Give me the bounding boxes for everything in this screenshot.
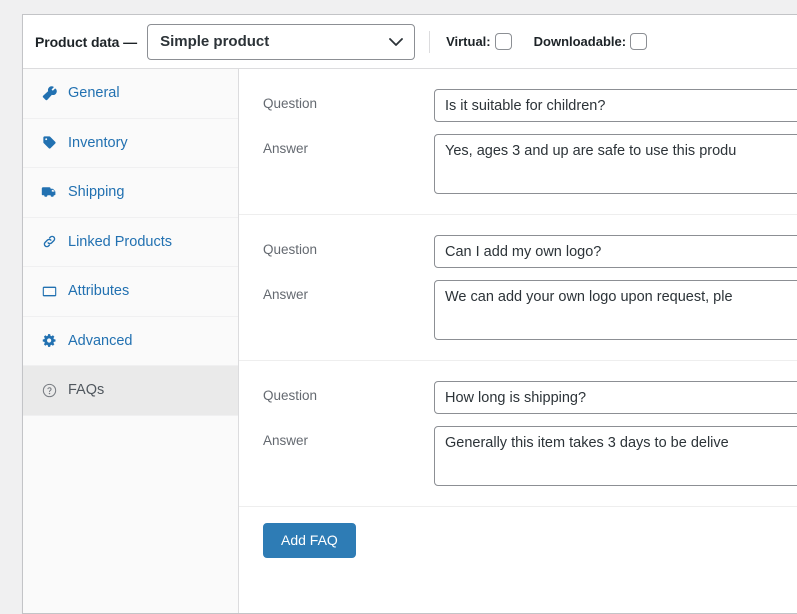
- downloadable-checkbox-field[interactable]: Downloadable:: [533, 33, 648, 50]
- faqs-panel: Question Answer Yes, ages 3 and up are s…: [239, 69, 797, 613]
- page-title: Product data —: [35, 33, 138, 50]
- id-card-icon: [39, 284, 59, 299]
- faq-answer-textarea[interactable]: Yes, ages 3 and up are safe to use this …: [434, 134, 797, 194]
- sidebar-item-label: FAQs: [68, 382, 105, 399]
- answer-label: Answer: [263, 433, 309, 448]
- virtual-checkbox-label: Virtual:: [446, 34, 491, 49]
- panel-header: Product data — Simple product Virtual: D…: [23, 15, 797, 69]
- faq-answer-row: Answer Yes, ages 3 and up are safe to us…: [251, 128, 797, 200]
- add-faq-button[interactable]: Add FAQ: [263, 523, 356, 559]
- faq-question-row: Question: [251, 83, 797, 128]
- link-icon: [39, 234, 59, 249]
- downloadable-checkbox-label: Downloadable:: [533, 34, 627, 49]
- sidebar-item-attributes[interactable]: Attributes: [23, 267, 238, 317]
- question-label: Question: [263, 96, 318, 111]
- faq-question-input[interactable]: [434, 381, 797, 414]
- virtual-checkbox-field[interactable]: Virtual:: [446, 33, 512, 50]
- answer-label: Answer: [263, 141, 309, 156]
- sidebar-item-inventory[interactable]: Inventory: [23, 119, 238, 168]
- sidebar-item-label: Attributes: [68, 283, 130, 300]
- faq-question-input[interactable]: [434, 235, 797, 268]
- panel-body: General Inventory Shipping Linked Produc…: [23, 69, 797, 613]
- gear-icon: [39, 333, 59, 348]
- virtual-checkbox[interactable]: [494, 33, 512, 50]
- question-circle-icon: [39, 383, 59, 398]
- sidebar-item-label: General: [68, 85, 120, 102]
- truck-icon: [39, 184, 59, 200]
- wrench-icon: [39, 85, 59, 101]
- tag-icon: [39, 135, 59, 150]
- product-type-select[interactable]: Simple product: [147, 23, 416, 60]
- question-label: Question: [263, 388, 318, 403]
- faq-actions: Add FAQ: [239, 507, 797, 574]
- faq-answer-row: Answer We can add your own logo upon req…: [251, 274, 797, 346]
- sidebar-item-label: Inventory: [68, 134, 128, 151]
- sidebar-item-faqs[interactable]: FAQs: [23, 366, 238, 416]
- product-data-panel: Product data — Simple product Virtual: D…: [22, 14, 797, 614]
- faq-answer-textarea[interactable]: We can add your own logo upon request, p…: [434, 280, 797, 340]
- sidebar-item-general[interactable]: General: [23, 69, 238, 119]
- faq-group: Question Answer We can add your own logo…: [239, 215, 797, 361]
- faq-question-row: Question: [251, 375, 797, 420]
- sidebar-item-linked-products[interactable]: Linked Products: [23, 218, 238, 267]
- faq-question-input[interactable]: [434, 89, 797, 122]
- product-type-select-wrapper: Simple product: [147, 23, 416, 60]
- faq-answer-row: Answer Generally this item takes 3 days …: [251, 420, 797, 492]
- faq-group: Question Answer Yes, ages 3 and up are s…: [239, 69, 797, 215]
- answer-label: Answer: [263, 287, 309, 302]
- sidebar-item-shipping[interactable]: Shipping: [23, 168, 238, 218]
- faq-answer-textarea[interactable]: Generally this item takes 3 days to be d…: [434, 426, 797, 486]
- header-divider: [429, 30, 431, 53]
- faq-group: Question Answer Generally this item take…: [239, 361, 797, 507]
- downloadable-checkbox[interactable]: [630, 33, 648, 50]
- sidebar-item-label: Advanced: [68, 332, 133, 349]
- sidebar-item-label: Linked Products: [68, 233, 172, 250]
- product-data-tabs: General Inventory Shipping Linked Produc…: [23, 69, 239, 613]
- faq-question-row: Question: [251, 229, 797, 274]
- question-label: Question: [263, 242, 318, 257]
- sidebar-item-advanced[interactable]: Advanced: [23, 317, 238, 366]
- sidebar-item-label: Shipping: [68, 184, 125, 201]
